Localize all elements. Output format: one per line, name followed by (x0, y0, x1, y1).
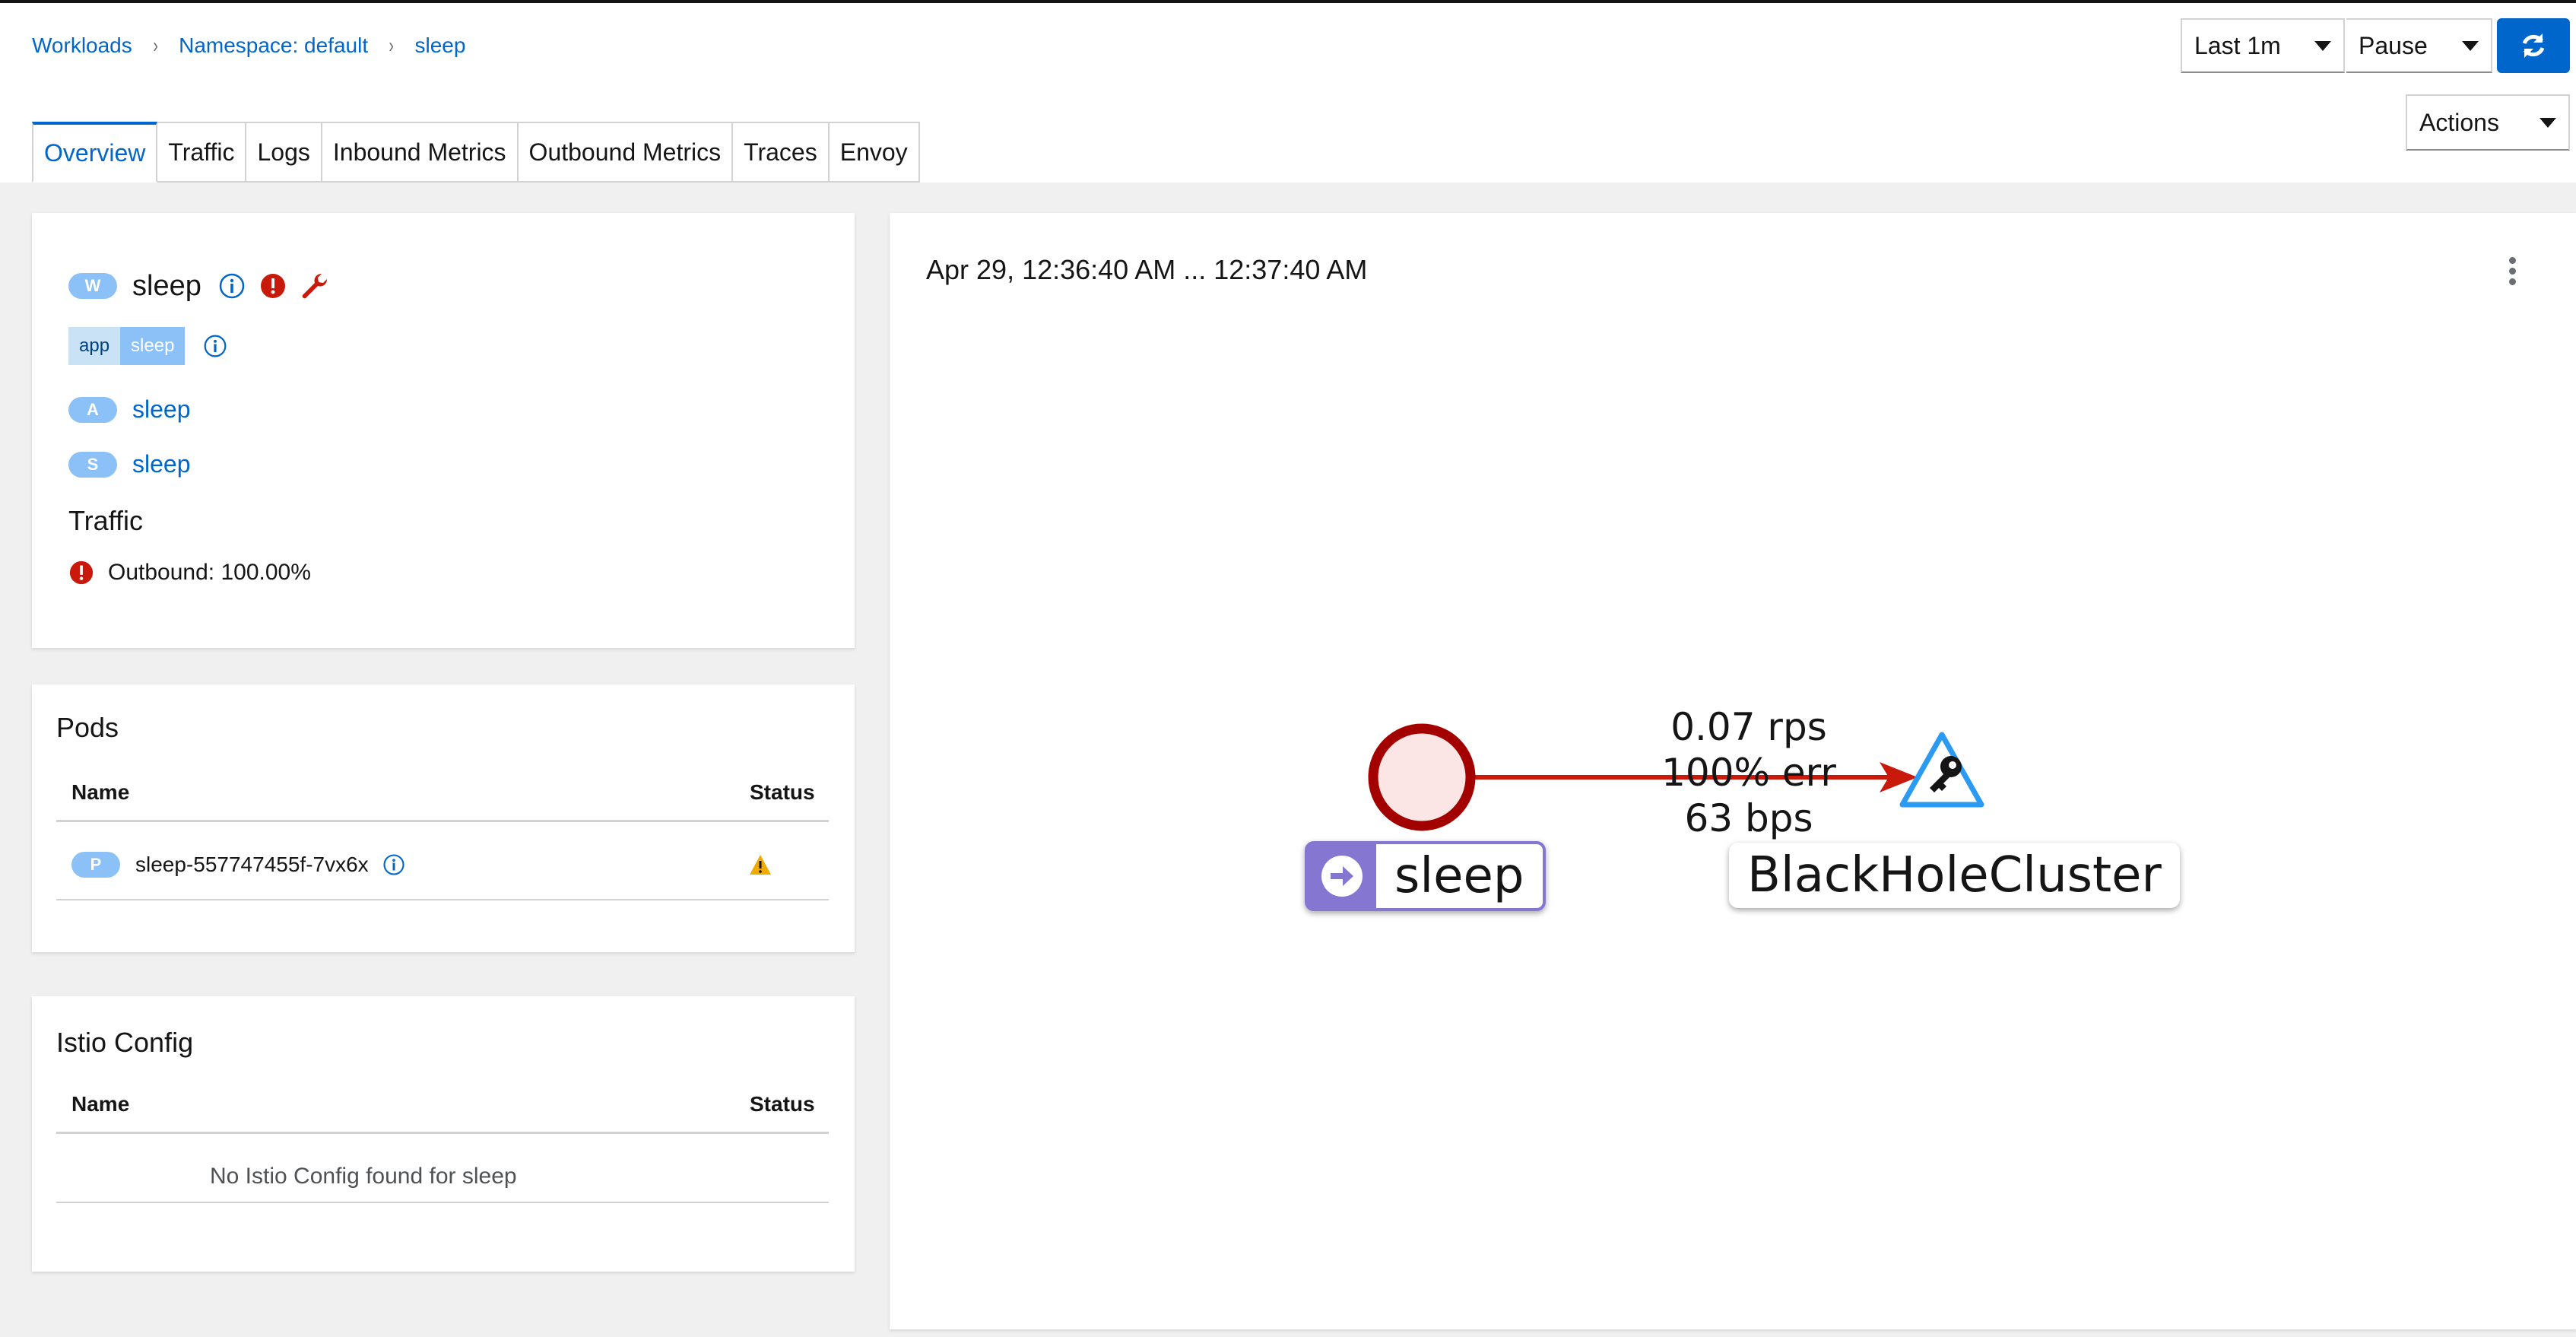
chevron-down-icon (2314, 40, 2331, 51)
divider (56, 1202, 829, 1203)
refresh-interval-value: Pause (2359, 31, 2428, 59)
pod-badge: P (71, 852, 120, 878)
workload-name: sleep (132, 269, 201, 302)
top-border (0, 0, 2576, 3)
breadcrumb-workload[interactable]: sleep (414, 33, 465, 58)
warning-icon[interactable] (748, 853, 772, 876)
app-link[interactable]: sleep (132, 395, 191, 424)
target-node-name: BlackHoleCluster (1747, 847, 2162, 904)
source-node-label[interactable]: sleep (1305, 841, 1546, 911)
workload-badge: W (68, 273, 117, 299)
tab-inbound-metrics[interactable]: Inbound Metrics (322, 122, 519, 183)
breadcrumb-separator-icon: › (389, 33, 395, 57)
label-key: app (68, 327, 121, 365)
refresh-button[interactable] (2497, 18, 2570, 73)
error-icon[interactable] (259, 272, 287, 300)
traffic-heading: Traffic (68, 505, 144, 536)
arrow-right-circle-icon (1321, 856, 1363, 897)
traffic-status-row: Outbound: 100.00% (68, 560, 311, 586)
tab-logs[interactable]: Logs (246, 122, 322, 183)
workload-description-card: W sleep app sleep A sleep S sleep Traffi… (32, 213, 855, 648)
divider (56, 820, 829, 822)
service-row: S sleep (68, 450, 191, 478)
divider (56, 899, 829, 900)
istio-config-empty-message: No Istio Config found for sleep (210, 1164, 517, 1189)
pods-title: Pods (56, 712, 119, 743)
pods-column-name: Name (71, 780, 130, 804)
pods-card: Pods Name Status P sleep-557747455f-7vx6… (32, 684, 855, 952)
app-row: A sleep (68, 395, 191, 424)
app-badge: A (68, 396, 117, 423)
breadcrumb-namespace[interactable]: Namespace: default (179, 33, 368, 58)
graph-card: Apr 29, 12:36:40 AM ... 12:37:40 AM 0.07… (890, 213, 2576, 1329)
edge-label: 0.07 rps 100% err 63 bps (1597, 704, 1901, 841)
istio-config-column-name: Name (71, 1092, 130, 1116)
pods-column-status: Status (750, 780, 815, 804)
pod-name: sleep-557747455f-7vx6x (135, 853, 369, 876)
service-icon-wrap (1308, 844, 1376, 908)
service-badge: S (68, 451, 117, 478)
chevron-down-icon (2462, 40, 2479, 51)
tab-envoy[interactable]: Envoy (829, 122, 920, 183)
labels-row: app sleep (68, 327, 227, 365)
label-value: sleep (120, 327, 186, 365)
info-icon[interactable] (382, 853, 405, 876)
istio-config-card: Istio Config Name Status No Istio Config… (32, 996, 855, 1272)
tab-traces[interactable]: Traces (733, 122, 830, 183)
service-entry-node-icon[interactable] (1899, 732, 1984, 808)
breadcrumb: Workloads › Namespace: default › sleep (32, 30, 465, 61)
duration-dropdown[interactable]: Last 1m (2181, 18, 2345, 73)
workload-node-sleep[interactable] (1368, 723, 1476, 831)
breadcrumb-separator-icon: › (153, 33, 158, 57)
outbound-traffic-status: Outbound: 100.00% (108, 560, 311, 585)
refresh-interval-dropdown[interactable]: Pause (2346, 18, 2492, 73)
refresh-icon (2522, 33, 2545, 58)
info-icon[interactable] (218, 272, 246, 300)
duration-value: Last 1m (2194, 31, 2281, 59)
edge-rps: 0.07 rps (1670, 705, 1827, 749)
app-label[interactable]: app sleep (68, 327, 186, 365)
workload-header: W sleep (68, 267, 329, 305)
table-row: P sleep-557747455f-7vx6x (71, 852, 405, 878)
edge-error-rate: 100% err (1661, 751, 1836, 795)
divider (56, 1132, 829, 1134)
target-node-label[interactable]: BlackHoleCluster (1729, 843, 2180, 908)
tab-overview[interactable]: Overview (32, 122, 158, 183)
actions-dropdown[interactable]: Actions (2406, 94, 2570, 151)
source-node-name: sleep (1394, 848, 1524, 904)
tab-outbound-metrics[interactable]: Outbound Metrics (518, 122, 734, 183)
info-icon[interactable] (203, 334, 227, 358)
service-link[interactable]: sleep (132, 450, 191, 478)
actions-label: Actions (2419, 108, 2499, 136)
istio-config-title: Istio Config (56, 1027, 194, 1058)
istio-config-column-status: Status (750, 1092, 815, 1116)
wrench-icon[interactable] (299, 271, 329, 301)
overview-content: W sleep app sleep A sleep S sleep Traffi… (0, 183, 2576, 1337)
tab-traffic[interactable]: Traffic (157, 122, 247, 183)
tab-bar: Overview Traffic Logs Inbound Metrics Ou… (32, 122, 920, 183)
breadcrumb-workloads[interactable]: Workloads (32, 33, 132, 58)
error-icon (69, 561, 94, 585)
chevron-down-icon (2540, 117, 2556, 128)
edge-bps: 63 bps (1684, 796, 1813, 840)
